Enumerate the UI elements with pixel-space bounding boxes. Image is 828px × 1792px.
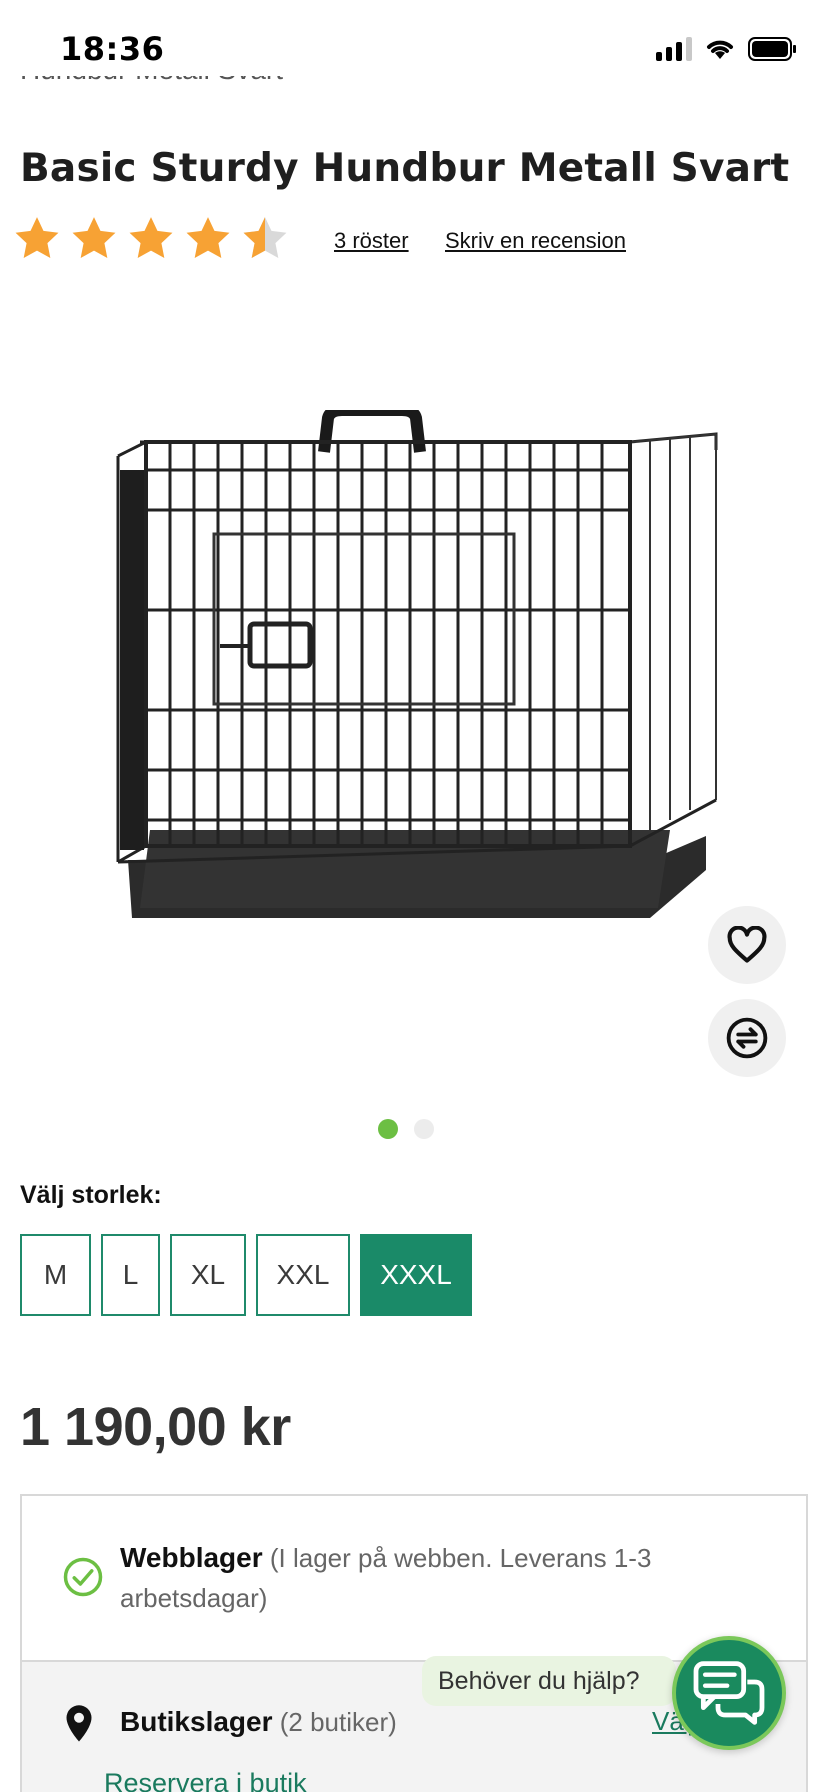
cellular-signal-icon	[656, 37, 692, 61]
store-stock-text: Butikslager (2 butiker)	[120, 1706, 397, 1738]
size-option-l[interactable]: L	[101, 1234, 160, 1316]
star-rating	[12, 214, 290, 264]
check-circle-icon	[63, 1557, 103, 1597]
votes-link[interactable]: 3 röster	[334, 228, 409, 254]
rating-row: 3 röster Skriv en recension	[12, 214, 626, 264]
store-stock-detail: (2 butiker)	[279, 1707, 397, 1737]
help-bubble[interactable]: Behöver du hjälp?	[422, 1656, 676, 1706]
heart-icon	[727, 926, 767, 963]
size-selector: M L XL XXL XXXL	[20, 1234, 472, 1316]
web-stock-row: Webblager (I lager på webben. Leverans 1…	[22, 1496, 806, 1660]
size-label: Välj storlek:	[20, 1181, 162, 1209]
size-option-xxl[interactable]: XXL	[256, 1234, 350, 1316]
half-star-icon	[243, 217, 287, 258]
compare-button[interactable]	[708, 999, 786, 1077]
chat-button[interactable]	[672, 1636, 786, 1750]
carousel-dot-2[interactable]	[414, 1119, 434, 1139]
product-title: Basic Sturdy Hundbur Metall Svart	[20, 146, 790, 191]
battery-icon	[748, 37, 796, 61]
reserve-in-store-link[interactable]: Reservera i butik	[104, 1768, 307, 1792]
star-icon	[15, 217, 59, 258]
chat-bubbles-icon	[693, 1661, 765, 1725]
web-stock-title: Webblager	[120, 1542, 263, 1573]
star-icon	[72, 217, 116, 258]
compare-arrows-icon	[726, 1017, 768, 1059]
star-icon	[129, 217, 173, 258]
write-review-link[interactable]: Skriv en recension	[445, 228, 626, 254]
size-option-xl[interactable]: XL	[170, 1234, 246, 1316]
size-option-xxxl[interactable]: XXXL	[360, 1234, 472, 1316]
wifi-icon	[707, 40, 733, 59]
favorite-button[interactable]	[708, 906, 786, 984]
product-price: 1 190,00 kr	[20, 1397, 291, 1457]
dog-crate-image[interactable]	[110, 410, 720, 970]
carousel-dots	[378, 1119, 434, 1139]
size-option-m[interactable]: M	[20, 1234, 91, 1316]
breadcrumb[interactable]: Hundbur Metall Svart	[20, 76, 283, 98]
status-time: 18:36	[60, 30, 165, 68]
carousel-dot-1[interactable]	[378, 1119, 398, 1139]
star-icon	[186, 217, 230, 258]
stock-box: Webblager (I lager på webben. Leverans 1…	[20, 1494, 808, 1792]
store-stock-title: Butikslager	[120, 1706, 273, 1737]
web-stock-text: Webblager (I lager på webben. Leverans 1…	[120, 1538, 720, 1618]
location-pin-icon	[66, 1705, 92, 1742]
status-icons	[656, 34, 798, 64]
